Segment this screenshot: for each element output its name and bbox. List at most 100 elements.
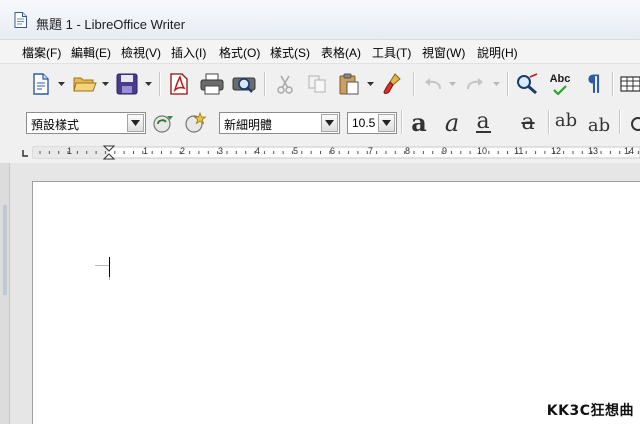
ruler-label: 2 bbox=[180, 146, 186, 156]
save-dropdown-arrow-icon[interactable] bbox=[145, 81, 152, 87]
find-replace-icon bbox=[517, 73, 538, 95]
ruler-label: 9 bbox=[442, 146, 448, 156]
window-title: 無題 1 - LibreOffice Writer bbox=[36, 17, 186, 32]
menu-styles[interactable]: 樣式(S) bbox=[270, 44, 310, 61]
spelling-check-icon bbox=[553, 84, 567, 95]
document-icon bbox=[14, 12, 27, 28]
menu-table[interactable]: 表格(A) bbox=[321, 44, 361, 61]
open-dropdown-arrow-icon[interactable] bbox=[102, 81, 109, 87]
redo-dropdown-arrow-icon[interactable] bbox=[493, 81, 500, 87]
title-bar[interactable]: 無題 1 - LibreOffice Writer bbox=[0, 0, 640, 40]
ruler-label: 12 bbox=[551, 146, 562, 156]
font-name-value: 新細明體 bbox=[224, 118, 273, 132]
menu-window[interactable]: 視窗(W) bbox=[422, 44, 465, 61]
toolbar-separator bbox=[619, 110, 620, 134]
paragraph-style-combo[interactable]: 預設樣式 bbox=[26, 112, 146, 134]
menu-view[interactable]: 檢視(V) bbox=[121, 44, 161, 61]
ruler-scale bbox=[22, 145, 640, 160]
ruler-label: 3 bbox=[218, 146, 224, 156]
ruler-label: 14 bbox=[624, 146, 635, 156]
copy-icon bbox=[308, 75, 326, 93]
menu-edit[interactable]: 編輯(E) bbox=[71, 44, 111, 61]
superscript-icon: ab bbox=[554, 110, 578, 131]
ruler-label: 1 bbox=[143, 146, 149, 156]
toolbar-separator bbox=[413, 72, 414, 96]
paste-clipboard-icon bbox=[339, 73, 359, 95]
ruler-label: 8 bbox=[405, 146, 411, 156]
chevron-down-icon bbox=[325, 120, 334, 126]
text-cursor bbox=[109, 257, 110, 277]
menu-help[interactable]: 說明(H) bbox=[477, 44, 518, 61]
clone-formatting-button[interactable] bbox=[380, 71, 406, 97]
copy-button[interactable] bbox=[304, 71, 330, 97]
font-name-dropdown-button[interactable] bbox=[321, 114, 338, 132]
subscript-button[interactable]: ab bbox=[586, 111, 612, 135]
font-size-dropdown-button[interactable] bbox=[378, 114, 395, 132]
ruler-label: 13 bbox=[588, 146, 599, 156]
undo-button[interactable] bbox=[420, 71, 446, 97]
open-folder-icon bbox=[73, 77, 97, 92]
clone-formatting-brush-icon bbox=[383, 73, 401, 94]
standard-toolbar: Abc ¶ bbox=[0, 63, 640, 103]
find-replace-button[interactable] bbox=[514, 71, 540, 97]
print-preview-button[interactable] bbox=[231, 71, 257, 97]
scroll-highlight bbox=[3, 205, 7, 295]
menu-file[interactable]: 檔案(F) bbox=[22, 44, 61, 61]
underline-icon: a bbox=[476, 109, 490, 134]
redo-button[interactable] bbox=[462, 71, 488, 97]
ruler-label: 7 bbox=[368, 146, 374, 156]
toolbar-separator bbox=[401, 110, 402, 134]
menu-insert[interactable]: 插入(I) bbox=[171, 44, 206, 61]
underline-button[interactable]: a bbox=[470, 111, 496, 135]
toolbar-separator bbox=[159, 72, 160, 96]
new-style-button[interactable] bbox=[182, 111, 208, 135]
update-style-button[interactable] bbox=[150, 111, 176, 135]
document-workspace[interactable] bbox=[0, 163, 640, 424]
spelling-button[interactable]: Abc bbox=[547, 71, 573, 97]
save-button[interactable] bbox=[114, 71, 140, 97]
menu-tools[interactable]: 工具(T) bbox=[372, 44, 411, 61]
subscript-icon: ab bbox=[587, 115, 611, 136]
superscript-button[interactable]: ab bbox=[553, 111, 579, 135]
underline-bar bbox=[475, 131, 491, 133]
watermark: KK3C狂想曲 bbox=[546, 403, 634, 419]
cut-button[interactable] bbox=[272, 71, 298, 97]
font-size-value: 10.5 bbox=[352, 116, 376, 130]
tab-stop-left-icon bbox=[22, 150, 28, 157]
export-pdf-icon bbox=[170, 73, 188, 95]
menu-format[interactable]: 格式(O) bbox=[219, 44, 260, 61]
overflow-format-button[interactable] bbox=[624, 111, 640, 135]
document-page[interactable] bbox=[32, 181, 640, 424]
formatting-marks-icon: ¶ bbox=[587, 71, 601, 97]
font-name-combo[interactable]: 新細明體 bbox=[219, 112, 340, 134]
paragraph-style-value: 預設樣式 bbox=[31, 118, 80, 132]
formatting-toolbar: 預設樣式 新細明體 10.5 a a a a ab ab bbox=[0, 103, 640, 224]
ruler-label: 5 bbox=[293, 146, 299, 156]
new-dropdown-arrow-icon[interactable] bbox=[58, 81, 65, 87]
horizontal-ruler[interactable]: 1 1 2 3 4 5 6 7 8 9 10 11 12 13 14 bbox=[0, 141, 640, 163]
bold-button[interactable]: a bbox=[406, 111, 432, 135]
new-style-icon bbox=[185, 112, 207, 133]
undo-icon bbox=[425, 78, 441, 90]
table-grid-icon bbox=[620, 76, 640, 92]
text-boundary-corner bbox=[95, 265, 109, 266]
new-document-button[interactable] bbox=[28, 71, 54, 97]
paste-dropdown-arrow-icon[interactable] bbox=[367, 81, 374, 87]
print-preview-icon bbox=[232, 77, 256, 93]
font-size-combo[interactable]: 10.5 bbox=[347, 112, 397, 134]
insert-table-button[interactable] bbox=[620, 71, 640, 97]
italic-button[interactable]: a bbox=[439, 111, 465, 135]
strikethrough-icon: a bbox=[521, 110, 535, 135]
ruler-label: 10 bbox=[477, 146, 488, 156]
open-button[interactable] bbox=[72, 71, 98, 97]
print-button[interactable] bbox=[199, 71, 225, 97]
paste-button[interactable] bbox=[336, 71, 362, 97]
undo-dropdown-arrow-icon[interactable] bbox=[449, 81, 456, 87]
ruler-label: 11 bbox=[514, 146, 524, 156]
chevron-down-icon bbox=[131, 120, 140, 126]
formatting-marks-button[interactable]: ¶ bbox=[581, 71, 607, 97]
strikethrough-button[interactable]: a bbox=[515, 111, 541, 135]
spelling-label: Abc bbox=[549, 72, 571, 85]
paragraph-style-dropdown-button[interactable] bbox=[127, 114, 144, 132]
export-pdf-button[interactable] bbox=[166, 71, 192, 97]
